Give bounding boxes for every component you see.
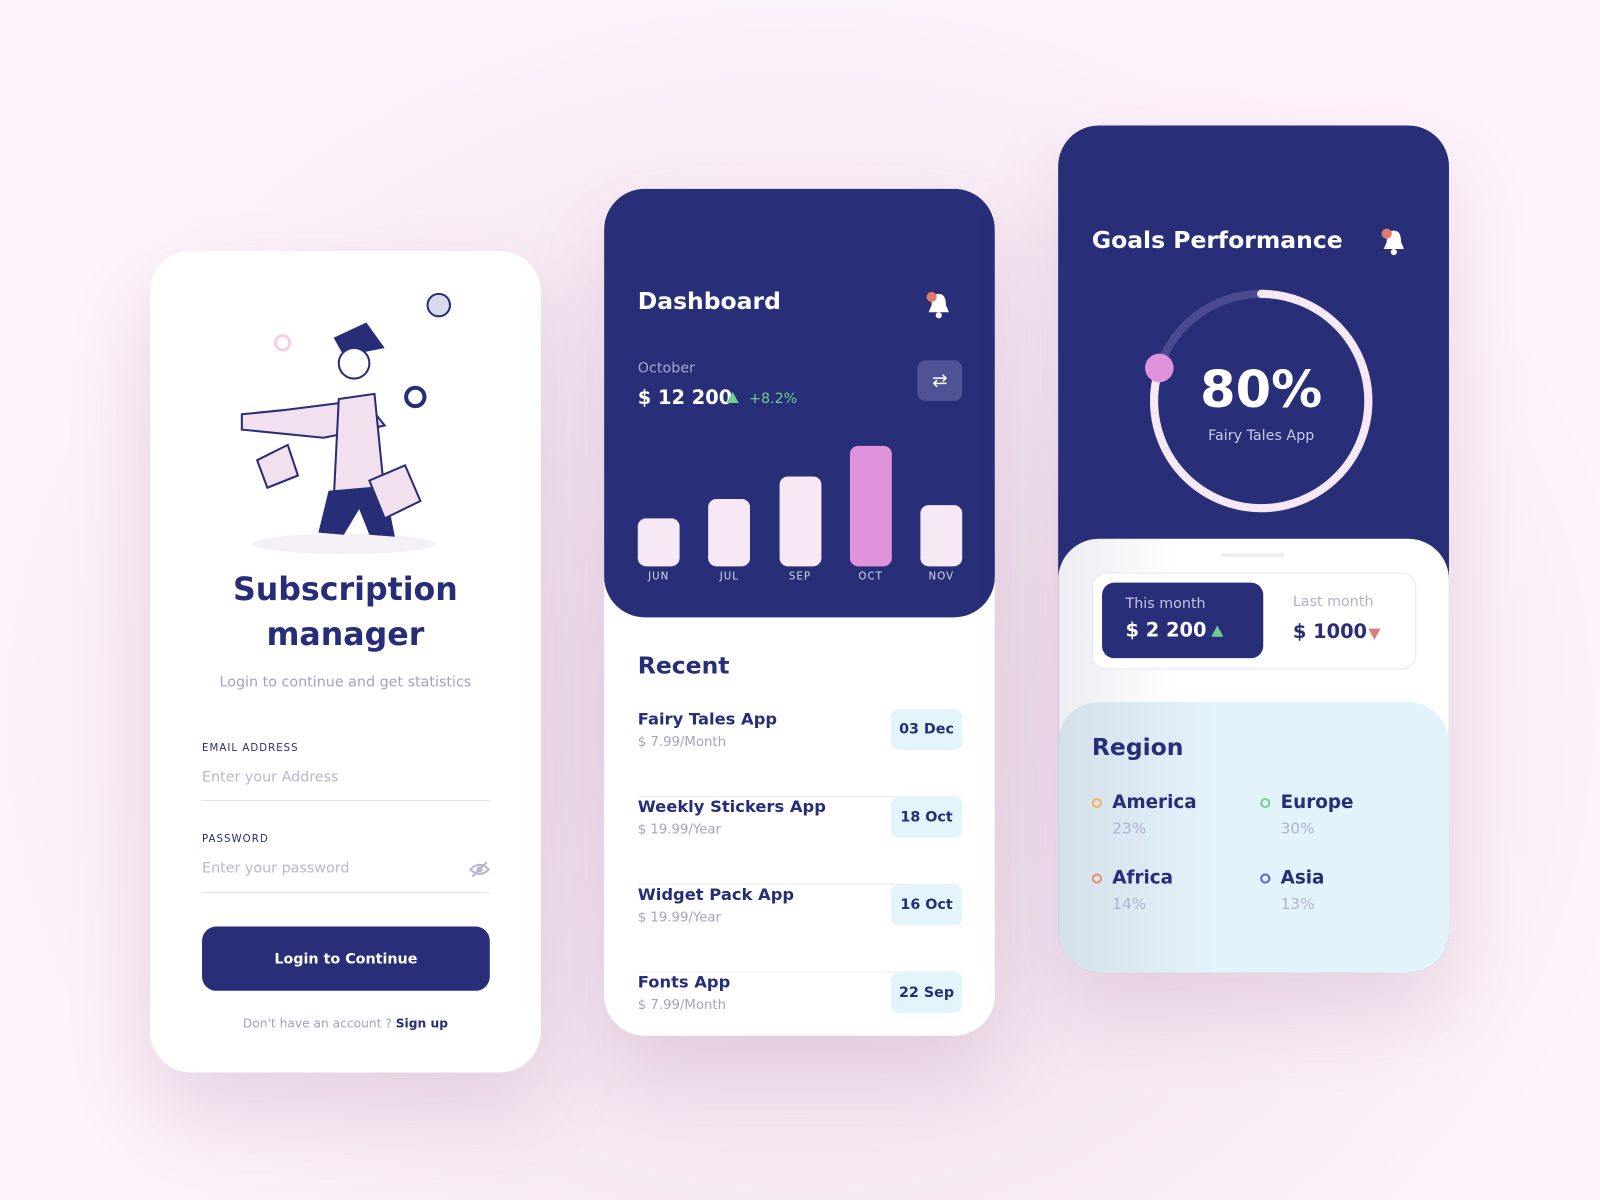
- month-label: October: [637, 360, 695, 377]
- x-tick-label: JUN: [648, 571, 670, 583]
- region-name: Europe: [1280, 791, 1354, 814]
- dashboard-header: Dashboard October $ 12 200 +8.2% ⇄ JUN JU…: [604, 188, 995, 618]
- mailman-illustration: [240, 292, 452, 555]
- this-month-tab[interactable]: This month $ 2 200: [1102, 582, 1264, 659]
- goal-percent: 80%: [1200, 360, 1323, 420]
- dashboard-card: Dashboard October $ 12 200 +8.2% ⇄ JUN JU…: [604, 188, 995, 1036]
- triangle-down-icon: [1368, 628, 1381, 640]
- x-tick-label: JUL: [719, 571, 739, 583]
- recent-item[interactable]: Weekly Stickers App $ 19.99/Year 18 Oct: [637, 796, 963, 885]
- x-tick-label: NOV: [928, 571, 955, 583]
- goal-app-name: Fairy Tales App: [1208, 427, 1315, 444]
- region-item: Europe 30%: [1260, 791, 1354, 838]
- divider: [202, 799, 490, 802]
- this-month-value: $ 2 200: [1125, 619, 1207, 642]
- change-percent: +8.2%: [748, 390, 798, 408]
- region-name: Africa: [1112, 867, 1174, 889]
- recent-title: Recent: [637, 653, 730, 680]
- login-card: Subscription manager Login to continue a…: [149, 251, 541, 1073]
- region-dot-icon: [1260, 873, 1271, 884]
- region-title: Region: [1091, 734, 1184, 762]
- region-item: America 23%: [1091, 791, 1197, 838]
- region-percent: 14%: [1112, 894, 1147, 914]
- divider: [202, 891, 490, 893]
- x-tick-label: OCT: [858, 571, 883, 583]
- bell-icon[interactable]: [1381, 228, 1408, 257]
- x-tick-label: SEP: [788, 571, 812, 583]
- recent-item[interactable]: Fairy Tales App $ 7.99/Month 03 Dec: [637, 709, 963, 797]
- region-percent: 13%: [1280, 894, 1315, 914]
- email-label: EMAIL ADDRESS: [202, 742, 299, 755]
- date-badge: 18 Oct: [890, 796, 963, 838]
- region-section: Region America 23% Europe 30% Africa 14%…: [1058, 702, 1449, 973]
- email-input[interactable]: Enter your Address: [202, 769, 490, 785]
- date-badge: 03 Dec: [890, 709, 963, 750]
- region-item: Africa 14%: [1091, 867, 1174, 914]
- region-dot-icon: [1091, 797, 1103, 809]
- bar-oct[interactable]: [849, 445, 892, 567]
- bell-icon[interactable]: [926, 291, 953, 320]
- region-percent: 30%: [1280, 819, 1315, 838]
- subtitle: Login to continue and get statistics: [219, 674, 472, 691]
- bar-chart: [637, 444, 963, 567]
- title-line-2: manager: [266, 616, 425, 654]
- chart-x-labels: JUN JUL SEP OCT NOV: [638, 571, 962, 585]
- bar-jul[interactable]: [708, 498, 751, 567]
- title-line-1: Subscription: [232, 571, 458, 609]
- signup-prompt: Don't have an account ?: [242, 1016, 392, 1031]
- last-month-label[interactable]: Last month: [1293, 594, 1374, 610]
- bar-jun[interactable]: [637, 518, 680, 567]
- date-badge: 16 Oct: [890, 884, 963, 926]
- password-label: PASSWORD: [202, 833, 269, 845]
- last-month-value: $ 1000: [1292, 620, 1368, 643]
- signup-link[interactable]: Sign up: [396, 1016, 448, 1030]
- signup-row: Don't have an account ? Sign up: [150, 1016, 541, 1030]
- page-title: Subscription manager: [150, 567, 541, 657]
- bar-sep[interactable]: [779, 476, 821, 567]
- recent-item[interactable]: Widget Pack App $ 19.99/Year 16 Oct: [637, 884, 963, 973]
- region-item: Asia 13%: [1260, 867, 1325, 914]
- swap-arrows-icon: ⇄: [932, 369, 948, 392]
- date-badge: 22 Sep: [890, 972, 963, 1014]
- eye-off-icon[interactable]: [468, 860, 491, 878]
- swap-button[interactable]: ⇄: [917, 360, 963, 402]
- region-name: Asia: [1280, 867, 1325, 889]
- region-dot-icon: [1091, 873, 1103, 884]
- this-month-label: This month: [1125, 595, 1206, 613]
- goals-title: Goals Performance: [1091, 227, 1343, 255]
- region-name: America: [1112, 791, 1197, 814]
- triangle-up-icon: [1211, 625, 1224, 637]
- login-button[interactable]: Login to Continue: [202, 926, 490, 991]
- dashboard-title: Dashboard: [637, 288, 781, 316]
- password-input[interactable]: Enter your password: [202, 860, 447, 876]
- month-comparison: This month $ 2 200 Last month $ 1000: [1091, 572, 1417, 670]
- region-percent: 23%: [1112, 819, 1147, 838]
- triangle-up-icon: [726, 391, 739, 404]
- goals-card: Goals Performance 80% Fairy Tales App Th…: [1058, 125, 1449, 973]
- amount: $ 12 200: [637, 386, 733, 410]
- recent-item[interactable]: Fonts App $ 7.99/Month 22 Sep: [638, 972, 963, 1035]
- drag-handle[interactable]: [1221, 553, 1285, 558]
- bar-nov[interactable]: [920, 505, 963, 567]
- region-dot-icon: [1260, 797, 1271, 809]
